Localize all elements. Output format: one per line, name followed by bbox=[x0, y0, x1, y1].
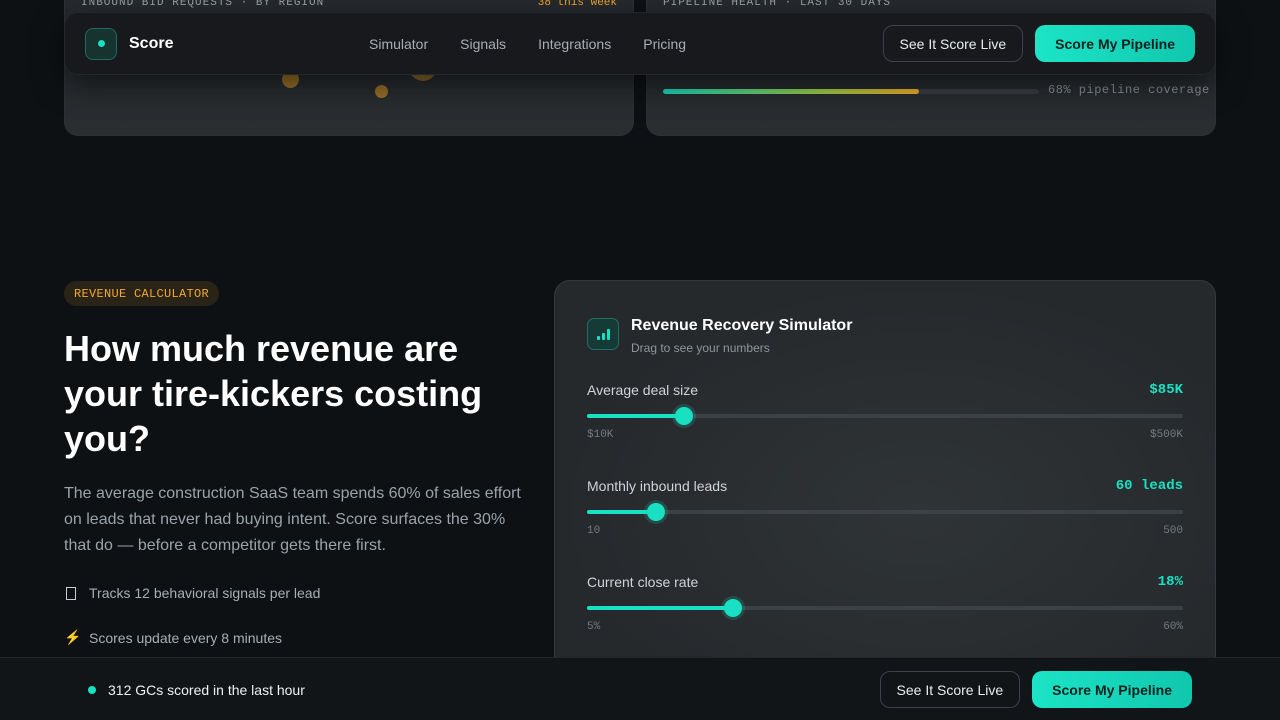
nav-link-integrations[interactable]: Integrations bbox=[538, 36, 611, 52]
slider-max: 500 bbox=[1163, 525, 1183, 537]
slider-fill bbox=[587, 510, 656, 514]
feature-text: Scores update every 8 minutes bbox=[89, 629, 282, 646]
bar-chart-icon bbox=[587, 318, 619, 350]
slider-value: 18% bbox=[1157, 574, 1183, 590]
bid-requests-badge: 38 this week bbox=[537, 0, 617, 9]
navbar: Score Simulator Signals Integrations Pri… bbox=[64, 12, 1216, 75]
slider-min: $10K bbox=[587, 429, 614, 441]
bid-requests-caption: INBOUND BID REQUESTS · BY REGION bbox=[81, 0, 325, 9]
revenue-calculator-pill: REVENUE CALCULATOR bbox=[64, 281, 220, 306]
deal-size-slider[interactable] bbox=[587, 407, 1183, 425]
slider-thumb[interactable] bbox=[724, 599, 743, 617]
region-bubble bbox=[375, 85, 388, 98]
coverage-bar-fill bbox=[663, 89, 919, 94]
nav-link-signals[interactable]: Signals bbox=[460, 36, 506, 52]
slider-fill bbox=[587, 606, 734, 610]
score-my-pipeline-button[interactable]: Score My Pipeline bbox=[1032, 671, 1192, 708]
slider-value: $85K bbox=[1149, 382, 1183, 398]
slider-value: 60 leads bbox=[1115, 478, 1183, 494]
feature-item: ⚡ Scores update every 8 minutes bbox=[64, 629, 282, 646]
inbound-leads-slider[interactable] bbox=[587, 503, 1183, 521]
revenue-simulator-card: Revenue Recovery Simulator Drag to see y… bbox=[554, 280, 1216, 700]
slider-label: Average deal size bbox=[587, 382, 699, 398]
feature-item: Tracks 12 behavioral signals per lead bbox=[64, 585, 320, 601]
page-headline: How much revenue are your tire-kickers c… bbox=[64, 328, 483, 459]
see-it-score-live-button[interactable]: See It Score Live bbox=[882, 25, 1024, 62]
slider-fill bbox=[587, 414, 685, 418]
slider-min: 5% bbox=[587, 621, 601, 633]
coverage-bar bbox=[663, 89, 1039, 94]
feature-text: Tracks 12 behavioral signals per lead bbox=[89, 585, 321, 601]
logo-icon[interactable] bbox=[85, 27, 117, 60]
nav-link-pricing[interactable]: Pricing bbox=[643, 36, 686, 52]
slider-min: 10 bbox=[587, 525, 601, 537]
slider-thumb[interactable] bbox=[675, 407, 694, 425]
slider-label: Current close rate bbox=[587, 574, 699, 590]
simulator-title: Revenue Recovery Simulator bbox=[631, 317, 853, 334]
coverage-label: 68% pipeline coverage bbox=[1048, 83, 1210, 97]
sticky-bottom-bar: 312 GCs scored in the last hour See It S… bbox=[0, 657, 1280, 720]
nav-links: Simulator Signals Integrations Pricing bbox=[369, 36, 686, 52]
close-rate-slider[interactable] bbox=[587, 599, 1183, 617]
score-my-pipeline-button[interactable]: Score My Pipeline bbox=[1035, 25, 1195, 62]
pipeline-health-caption: PIPELINE HEALTH · LAST 30 DAYS bbox=[663, 0, 892, 9]
slider-max: 60% bbox=[1163, 621, 1183, 633]
live-status-dot bbox=[88, 686, 96, 694]
slider-thumb[interactable] bbox=[646, 503, 665, 521]
nav-link-simulator[interactable]: Simulator bbox=[369, 36, 428, 52]
slider-label: Monthly inbound leads bbox=[587, 478, 728, 494]
simulator-subtitle: Drag to see your numbers bbox=[631, 341, 770, 355]
clipboard-icon bbox=[66, 586, 76, 600]
lightning-icon: ⚡ bbox=[64, 629, 82, 645]
hero-description: The average construction SaaS team spend… bbox=[64, 485, 521, 554]
logo-dot bbox=[97, 40, 105, 47]
brand-name[interactable]: Score bbox=[129, 35, 173, 53]
live-status-text: 312 GCs scored in the last hour bbox=[108, 682, 305, 698]
see-it-score-live-button[interactable]: See It Score Live bbox=[879, 671, 1021, 708]
slider-max: $500K bbox=[1149, 429, 1183, 441]
